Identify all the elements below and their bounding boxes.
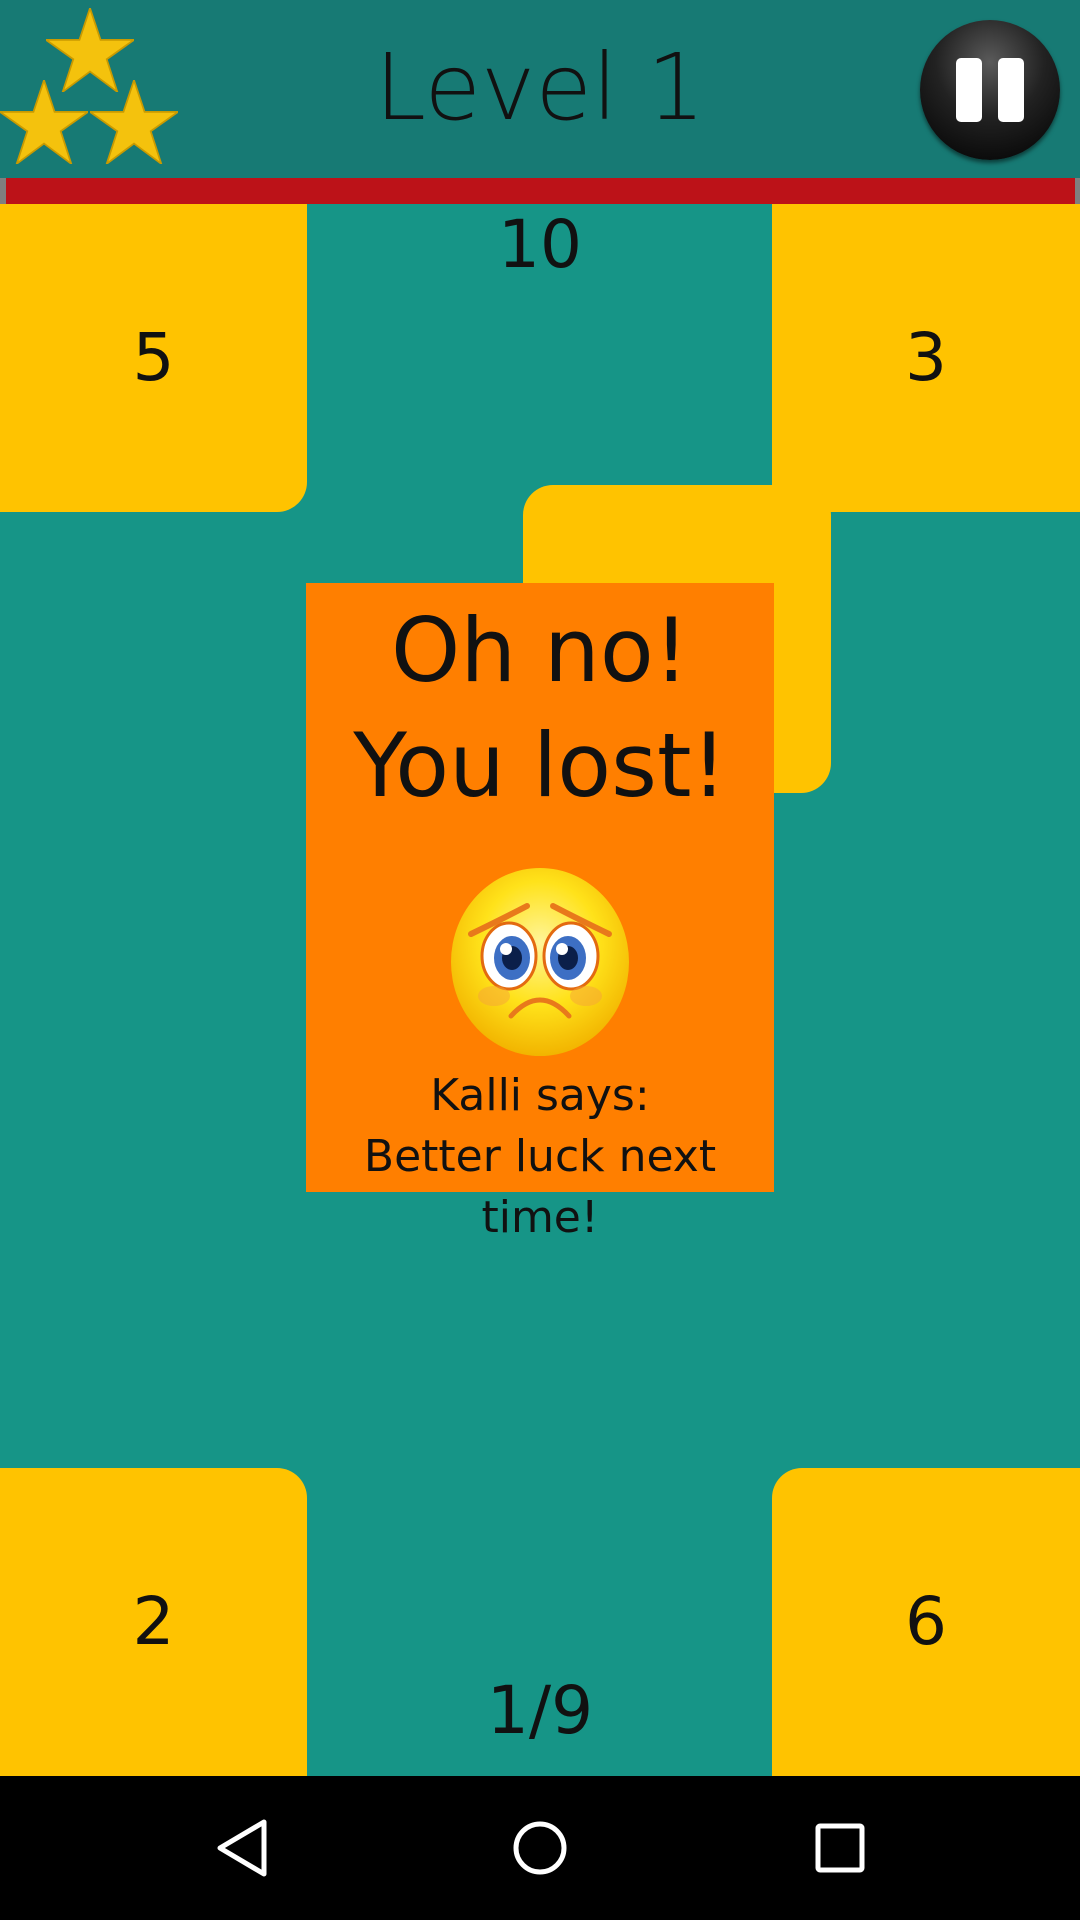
tile-bottom-left[interactable]: 2 <box>0 1468 307 1776</box>
tile-number: 5 <box>132 319 175 396</box>
star-rating <box>0 8 180 164</box>
pause-icon <box>998 58 1024 122</box>
pause-button[interactable] <box>920 20 1060 160</box>
pause-icon <box>956 58 982 122</box>
dialog-title: Oh no! You lost! <box>306 593 774 823</box>
dialog-message-line1: Kalli says: <box>430 1070 650 1121</box>
tile-top-left[interactable]: 5 <box>0 204 307 512</box>
progress-counter: 1/9 <box>486 1672 594 1749</box>
tile-number: 3 <box>905 319 947 396</box>
dialog-message-line2: Better luck next time! <box>363 1131 717 1243</box>
target-number: 10 <box>498 206 582 283</box>
game-over-dialog: Oh no! You lost! Kalli says: Better luck <box>306 583 774 1243</box>
level-title: Level 1 <box>374 34 706 141</box>
home-circle-icon[interactable] <box>510 1818 570 1878</box>
tile-number: 6 <box>905 1583 947 1660</box>
system-nav-bar <box>0 1776 1080 1920</box>
header-bar: Level 1 <box>0 0 1080 178</box>
dialog-title-line1: Oh no! <box>391 599 689 702</box>
star-icon <box>90 80 178 164</box>
dialog-message: Kalli says: Better luck next time! <box>306 1065 774 1248</box>
tile-top-right[interactable]: 3 <box>772 204 1080 512</box>
star-icon <box>0 80 88 164</box>
recents-square-icon[interactable] <box>810 1818 870 1878</box>
tile-number: 2 <box>132 1583 175 1660</box>
timer-fill <box>6 178 1075 204</box>
sad-face-icon <box>451 868 629 1056</box>
dialog-title-line2: You lost! <box>353 714 727 817</box>
back-triangle-icon[interactable] <box>212 1818 272 1878</box>
tile-bottom-right[interactable]: 6 <box>772 1468 1080 1776</box>
timer-bar <box>0 178 1080 204</box>
